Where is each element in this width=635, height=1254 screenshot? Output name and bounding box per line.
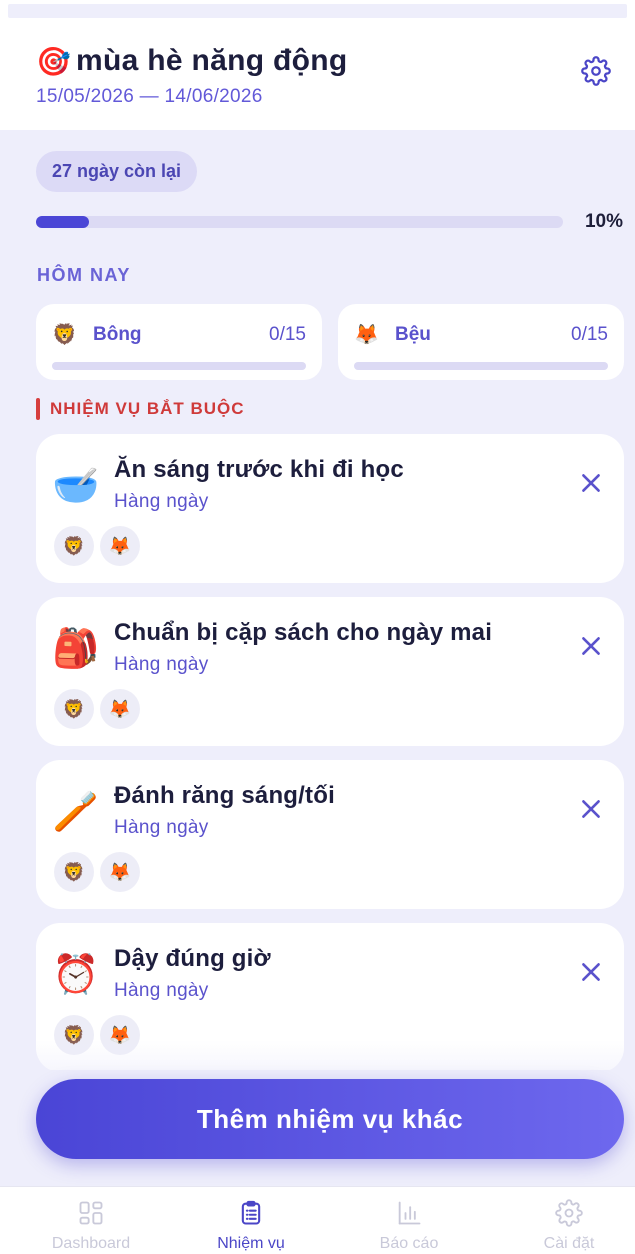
kid-progress-bar	[354, 362, 608, 370]
progress-percent: 10%	[584, 211, 623, 232]
bottom-tab-bar: Dashboard Nhiệm vụ Báo cáo Cài đặt	[0, 1186, 635, 1254]
kid-progress-bar	[52, 362, 306, 370]
challenge-header: 🎯 mùa hè năng động 15/05/2026 — 14/06/20…	[0, 18, 635, 130]
task-frequency: Hàng ngày	[114, 817, 209, 838]
lion-assignee-icon: 🦁	[54, 526, 94, 566]
settings-gear-icon[interactable]	[581, 56, 611, 86]
task-name: Đánh răng sáng/tối	[114, 782, 335, 809]
kid-card-bong[interactable]: 🦁 Bông 0/15	[36, 304, 322, 380]
alarm-clock-icon: ⏰	[52, 954, 100, 996]
overall-progress-fill	[36, 216, 89, 228]
tab-settings[interactable]: Cài đặt	[490, 1187, 635, 1254]
kid-card-beu[interactable]: 🦊 Bệu 0/15	[338, 304, 624, 380]
lion-avatar-icon: 🦁	[52, 324, 77, 346]
fox-assignee-icon: 🦊	[100, 689, 140, 729]
task-card[interactable]: 🎒 Chuẩn bị cặp sách cho ngày mai Hàng ng…	[36, 597, 624, 746]
date-range: 15/05/2026 — 14/06/2026	[36, 86, 263, 107]
top-strip-bar	[8, 4, 627, 18]
remove-task-close-icon[interactable]	[578, 796, 604, 822]
task-frequency: Hàng ngày	[114, 654, 209, 675]
task-name: Chuẩn bị cặp sách cho ngày mai	[114, 619, 493, 646]
days-left-badge: 27 ngày còn lại	[36, 151, 198, 192]
remove-task-close-icon[interactable]	[578, 959, 604, 985]
task-assignees: 🦁 🦊	[54, 852, 140, 892]
page-title: mùa hè năng động	[76, 44, 348, 77]
backpack-icon: 🎒	[52, 628, 100, 670]
bowl-icon: 🥣	[52, 465, 100, 507]
task-name: Dậy đúng giờ	[114, 945, 271, 972]
kid-name: Bệu	[395, 324, 431, 345]
top-strip	[0, 0, 635, 18]
kid-task-count: 0/15	[571, 324, 608, 345]
tab-label: Nhiệm vụ	[217, 1235, 285, 1252]
task-list[interactable]: 🥣 Ăn sáng trước khi đi học Hàng ngày 🦁 🦊…	[36, 434, 624, 1070]
kid-name: Bông	[93, 324, 142, 345]
tab-dashboard[interactable]: Dashboard	[12, 1187, 170, 1254]
task-frequency: Hàng ngày	[114, 491, 209, 512]
fox-avatar-icon: 🦊	[354, 324, 379, 346]
fox-assignee-icon: 🦊	[100, 852, 140, 892]
section-marker	[36, 398, 40, 420]
overall-progress-bar	[36, 216, 563, 228]
task-card[interactable]: 🥣 Ăn sáng trước khi đi học Hàng ngày 🦁 🦊	[36, 434, 624, 583]
bar-chart-icon	[398, 1201, 421, 1225]
required-tasks-header: NHIỆM VỤ BẮT BUỘC	[36, 398, 245, 420]
lion-assignee-icon: 🦁	[54, 689, 94, 729]
task-frequency: Hàng ngày	[114, 980, 209, 1001]
lion-assignee-icon: 🦁	[54, 852, 94, 892]
required-tasks-label: NHIỆM VỤ BẮT BUỘC	[50, 399, 245, 418]
today-label: HÔM NAY	[37, 265, 131, 285]
task-card[interactable]: 🪥 Đánh răng sáng/tối Hàng ngày 🦁 🦊	[36, 760, 624, 909]
remove-task-close-icon[interactable]	[578, 470, 604, 496]
tab-reports[interactable]: Báo cáo	[330, 1187, 488, 1254]
tab-label: Cài đặt	[543, 1235, 595, 1252]
tab-label: Báo cáo	[379, 1235, 439, 1252]
task-name: Ăn sáng trước khi đi học	[114, 456, 404, 483]
task-assignees: 🦁 🦊	[54, 526, 140, 566]
title-row: 🎯 mùa hè năng động	[36, 44, 347, 78]
tab-label: Dashboard	[51, 1235, 131, 1252]
grid-icon	[79, 1201, 103, 1225]
target-icon: 🎯	[36, 45, 71, 77]
kid-task-count: 0/15	[269, 324, 306, 345]
tab-tasks[interactable]: Nhiệm vụ	[172, 1187, 330, 1254]
toothbrush-icon: 🪥	[52, 791, 100, 833]
remove-task-close-icon[interactable]	[578, 633, 604, 659]
task-assignees: 🦁 🦊	[54, 689, 140, 729]
gear-icon	[555, 1199, 583, 1227]
fox-assignee-icon: 🦊	[100, 526, 140, 566]
add-task-button[interactable]: Thêm nhiệm vụ khác	[36, 1079, 624, 1159]
clipboard-list-icon	[241, 1200, 261, 1225]
